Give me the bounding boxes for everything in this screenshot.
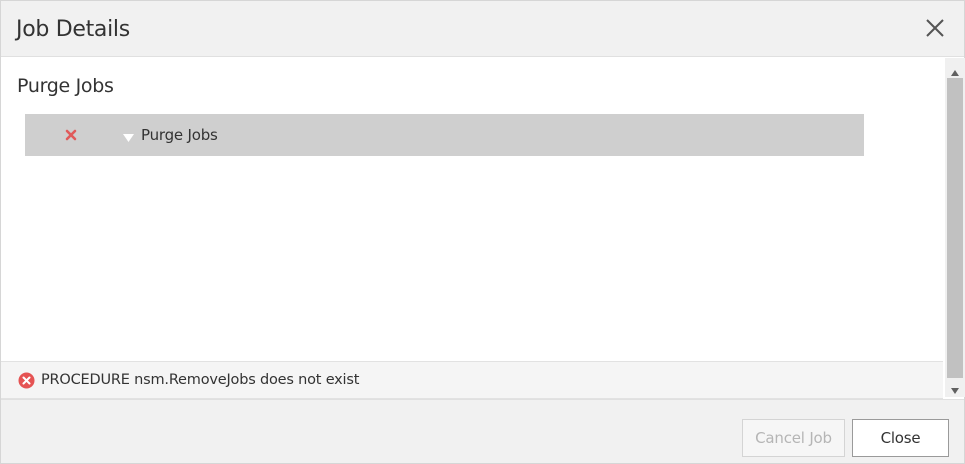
error-x-icon — [65, 128, 77, 141]
dialog-header: Job Details — [1, 1, 964, 57]
dialog-body: Purge Jobs Purge Jobs — [1, 57, 945, 397]
vertical-scrollbar[interactable] — [945, 58, 965, 397]
scroll-up-arrow-icon[interactable] — [950, 64, 960, 76]
job-row-label: Purge Jobs — [141, 126, 218, 144]
dialog-title: Job Details — [16, 17, 130, 42]
dialog-footer: Cancel Job Close — [1, 399, 964, 463]
section-title: Purge Jobs — [17, 75, 114, 97]
triangle-down-icon[interactable] — [123, 130, 134, 142]
error-message-bar: PROCEDURE nsm.RemoveJobs does not exist — [1, 361, 943, 399]
error-circle-icon — [18, 372, 35, 389]
scrollbar-thumb[interactable] — [947, 78, 963, 378]
close-button[interactable]: Close — [852, 419, 949, 457]
close-icon[interactable] — [922, 15, 948, 41]
job-details-dialog: Job Details Purge Jobs Purge Jobs PROCED… — [0, 0, 965, 464]
cancel-job-button[interactable]: Cancel Job — [742, 419, 845, 457]
job-row[interactable]: Purge Jobs — [25, 114, 864, 156]
scroll-down-arrow-icon[interactable] — [950, 382, 960, 394]
error-message: PROCEDURE nsm.RemoveJobs does not exist — [41, 372, 360, 388]
